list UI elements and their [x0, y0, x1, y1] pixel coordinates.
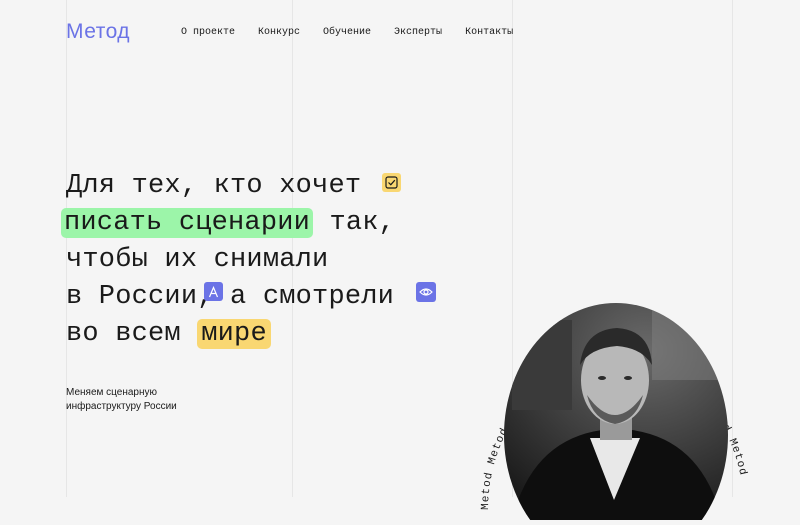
nav-item-about[interactable]: О проекте: [181, 27, 235, 38]
hero-headline: Для тех, кто хочет писать сценарии так, …: [61, 168, 446, 353]
headline-text: так,: [313, 208, 396, 238]
logo[interactable]: Метод: [66, 20, 130, 44]
nav-item-education[interactable]: Обучение: [323, 27, 371, 38]
main-nav: О проекте Конкурс Обучение Эксперты Конт…: [181, 27, 536, 38]
expert-portrait: Metod Metod Metod Metod Metod Metod Meto…: [472, 260, 762, 520]
headline-line: Для тех, кто хочет: [66, 168, 446, 205]
checkbox-icon: [382, 173, 401, 192]
headline-line: писать сценарии так,: [61, 205, 446, 242]
subtitle: Меняем сценарную инфраструктуру России: [66, 386, 216, 414]
eye-icon: [416, 282, 436, 302]
nav-item-contest[interactable]: Конкурс: [258, 27, 300, 38]
highlight-green: писать сценарии: [61, 208, 314, 238]
headline-line: чтобы их снимали: [66, 242, 446, 279]
headline-text: чтобы их снимали: [66, 245, 329, 275]
headline-text: в России,: [66, 282, 214, 312]
nav-item-contacts[interactable]: Контакты: [465, 27, 513, 38]
a-letter-icon: [204, 282, 223, 301]
headline-line: во всем мире: [66, 316, 446, 353]
subtitle-line: инфраструктуру России: [66, 401, 177, 412]
nav-item-experts[interactable]: Эксперты: [394, 27, 442, 38]
headline-text: а смотрели: [213, 282, 395, 312]
headline-text: Для тех, кто хочет: [66, 171, 362, 201]
portrait-svg: Metod Metod Metod Metod Metod Metod Meto…: [480, 303, 748, 520]
headline-line: в России, а смотрели: [66, 279, 446, 316]
subtitle-line: Меняем сценарную: [66, 387, 158, 398]
highlight-yellow: мире: [197, 319, 271, 349]
portrait-photo: [504, 303, 728, 520]
headline-text: во всем: [66, 319, 198, 349]
